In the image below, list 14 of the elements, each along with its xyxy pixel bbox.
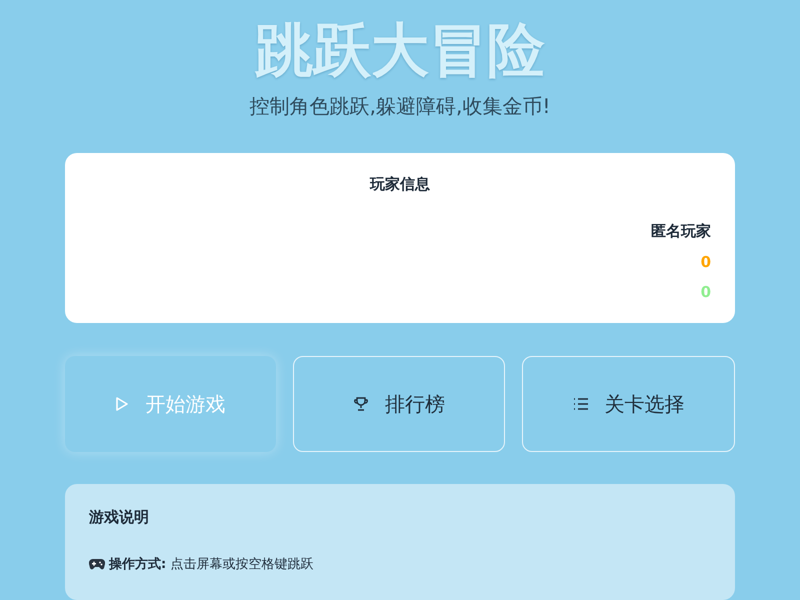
stat-value: 0 [700, 253, 711, 271]
trophy-icon [353, 396, 369, 412]
instruction-text: 操作方式: 点击屏幕或按空格键跳跃 [109, 556, 314, 573]
stat-value: 0 [700, 283, 711, 301]
card-heading: 玩家信息 [370, 175, 430, 194]
play-icon [115, 396, 130, 412]
menu-button[interactable]: 排行榜 [292, 356, 506, 452]
card-heading: 游戏说明 [89, 508, 150, 527]
list-icon [572, 397, 589, 411]
subtitle: 控制角色跳跃,躲避障碍,收集金币! [250, 93, 550, 120]
menu-button[interactable]: 关卡选择 [522, 356, 736, 452]
game-title: 跳跃大冒险 [255, 15, 545, 86]
player-name: 匿名玩家 [651, 222, 711, 241]
gamepad-icon [89, 558, 105, 570]
